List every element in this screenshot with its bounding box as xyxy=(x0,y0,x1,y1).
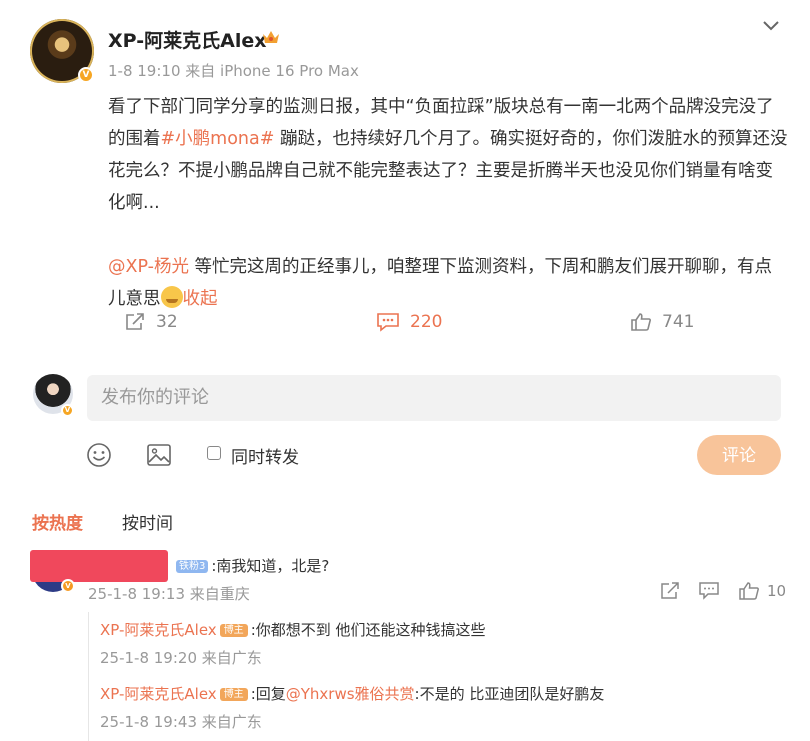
host-badge: 博主 xyxy=(219,688,248,701)
post-meta: 1-8 19:10 来自 iPhone 16 Pro Max xyxy=(108,62,359,80)
fan-level-badge: 铁粉3 xyxy=(176,560,209,573)
reply-body: XP-阿莱克氏Alex 博主:你都想不到 他们还能这种钱搞这些 xyxy=(100,619,486,640)
reply-text: :你都想不到 他们还能这种钱搞这些 xyxy=(250,621,486,639)
share-icon xyxy=(661,582,679,599)
emoji-icon xyxy=(160,286,183,308)
host-badge: 博主 xyxy=(219,624,248,637)
comment-reply-button[interactable] xyxy=(699,582,719,600)
tab-hot[interactable]: 按热度 xyxy=(32,509,83,534)
reply-author[interactable]: XP-阿莱克氏Alex xyxy=(100,685,217,703)
reply-author[interactable]: XP-阿莱克氏Alex xyxy=(100,621,217,639)
comment-count: 220 xyxy=(410,312,443,332)
author-name[interactable]: XP-阿莱克氏Alex xyxy=(108,26,267,53)
comment-meta: 25-1-8 19:13 来自重庆 xyxy=(88,585,250,603)
thumbs-up-icon xyxy=(739,582,759,600)
verified-badge-icon: V xyxy=(61,579,75,593)
repost-button[interactable]: 32 xyxy=(124,312,178,332)
tab-time[interactable]: 按时间 xyxy=(122,509,173,534)
like-count: 741 xyxy=(662,312,695,332)
mention-link[interactable]: @XP-杨光 xyxy=(108,257,189,277)
chevron-down-icon[interactable] xyxy=(762,20,780,32)
reply-prefix: :回复 xyxy=(250,685,286,703)
comment-icon xyxy=(377,313,399,332)
repost-checkbox[interactable] xyxy=(207,446,221,460)
reply-meta: 25-1-8 19:20 来自广东 xyxy=(100,649,262,667)
crown-icon xyxy=(263,31,279,43)
hashtag-link[interactable]: #小鹏mona# xyxy=(161,129,275,149)
reply-thread-line xyxy=(88,612,89,741)
emoji-picker-icon[interactable] xyxy=(86,442,112,468)
verified-badge-icon: V xyxy=(78,67,94,83)
collapse-link[interactable]: 收起 xyxy=(183,289,218,309)
thumbs-up-icon xyxy=(631,313,651,331)
reply-text: :不是的 比亚迪团队是好鹏友 xyxy=(414,685,605,703)
comment-button[interactable]: 220 xyxy=(376,312,442,332)
reply-mention-link[interactable]: @Yhxrws雅俗共赏 xyxy=(286,685,415,703)
share-icon xyxy=(126,313,144,330)
comment-input[interactable]: 发布你的评论 xyxy=(87,375,781,421)
image-upload-icon[interactable] xyxy=(146,442,172,468)
comment-like-button[interactable]: 10 xyxy=(739,582,786,600)
verified-badge-icon: V xyxy=(61,404,74,417)
submit-comment-button[interactable]: 评论 xyxy=(697,435,781,475)
comment-share-button[interactable] xyxy=(660,582,680,600)
post-body: 看了下部门同学分享的监测日报，其中“负面拉踩”版块总有一南一北两个品牌没完没了的… xyxy=(108,91,788,315)
repost-checkbox-label: 同时转发 xyxy=(231,448,299,468)
reply-meta: 25-1-8 19:43 来自广东 xyxy=(100,713,262,731)
comment-icon xyxy=(699,582,719,600)
repost-count: 32 xyxy=(156,312,178,332)
comment-body: 铁粉3:南我知道，北是? xyxy=(176,555,329,576)
redacted-username xyxy=(30,550,168,582)
comment-text: :南我知道，北是? xyxy=(211,557,330,575)
like-button[interactable]: 741 xyxy=(630,312,694,332)
reply-body: XP-阿莱克氏Alex 博主:回复@Yhxrws雅俗共赏:不是的 比亚迪团队是好鹏… xyxy=(100,683,604,704)
comment-like-count: 10 xyxy=(767,582,787,600)
